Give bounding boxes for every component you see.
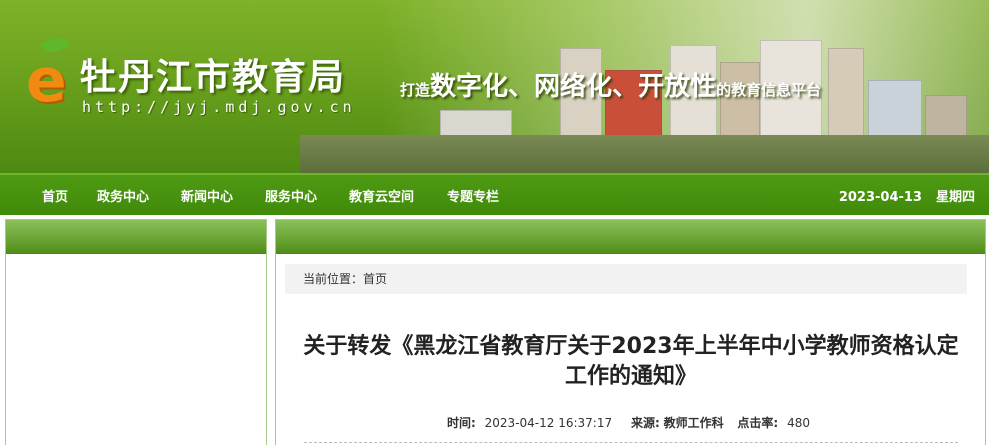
- time-label: 时间:: [447, 416, 476, 430]
- site-url: http://jyj.mdj.gov.cn: [82, 98, 356, 116]
- site-title: 牡丹江市教育局: [80, 57, 347, 98]
- nav-item-news[interactable]: 新闻中心: [181, 186, 233, 205]
- breadcrumb-home-link[interactable]: 首页: [363, 272, 387, 286]
- nav-item-cloud[interactable]: 教育云空间: [349, 186, 414, 205]
- meta-time: 时间: 2023-04-12 16:37:17: [447, 416, 617, 430]
- logo-icon: e: [26, 46, 67, 116]
- breadcrumb-label: 当前位置：: [303, 272, 364, 286]
- clicks-value: 480: [787, 416, 810, 430]
- main-nav: 首页 政务中心 新闻中心 服务中心 教育云空间 专题专栏 2023-04-13 星…: [0, 173, 989, 215]
- weekday-text: 星期四: [935, 190, 975, 205]
- slogan-word-network: 网络化: [534, 72, 613, 102]
- nav-item-service[interactable]: 服务中心: [265, 186, 317, 205]
- article-title: 关于转发《黑龙江省教育厅关于2023年上半年中小学教师资格认定 工作的通知》: [296, 332, 966, 392]
- slogan-word-open: 开放性: [638, 72, 717, 102]
- article-meta: 时间: 2023-04-12 16:37:17 来源: 教师工作科 点击率: 4…: [296, 414, 966, 431]
- sidebar-header: [6, 220, 266, 254]
- slogan: 打造数字化、网络化、开放性的教育信息平台: [400, 66, 821, 103]
- main-content: 当前位置：首页 关于转发《黑龙江省教育厅关于2023年上半年中小学教师资格认定 …: [275, 219, 986, 445]
- meta-divider: [304, 442, 958, 443]
- nav-item-gov[interactable]: 政务中心: [97, 186, 149, 205]
- content-header: [276, 220, 985, 254]
- left-sidebar: [5, 219, 267, 445]
- source-value: 教师工作科: [663, 416, 724, 430]
- nav-item-home[interactable]: 首页: [42, 186, 68, 205]
- article-title-line: 工作的通知》: [564, 364, 697, 389]
- date-text: 2023-04-13: [838, 190, 922, 205]
- clicks-label: 点击率:: [737, 416, 779, 430]
- current-date: 2023-04-13 星期四: [839, 186, 975, 205]
- banner-building: [828, 48, 864, 144]
- slogan-suffix: 的教育信息平台: [716, 81, 822, 99]
- slogan-separator: 、: [508, 72, 535, 102]
- breadcrumb: 当前位置：首页: [285, 264, 967, 294]
- site-banner: e 牡丹江市教育局 http://jyj.mdj.gov.cn 打造数字化、网络…: [0, 0, 989, 173]
- source-label: 来源:: [630, 416, 660, 430]
- slogan-separator: 、: [612, 72, 639, 102]
- slogan-word-digital: 数字化: [430, 72, 509, 102]
- article-title-line: 关于转发《黑龙江省教育厅关于2023年上半年中小学教师资格认定: [303, 334, 959, 359]
- nav-item-topics[interactable]: 专题专栏: [447, 186, 499, 205]
- meta-clicks: 点击率: 480: [737, 416, 815, 430]
- banner-square: [300, 135, 989, 173]
- time-value: 2023-04-12 16:37:17: [484, 416, 613, 430]
- slogan-prefix: 打造: [400, 81, 431, 99]
- meta-source: 来源: 教师工作科: [631, 416, 724, 430]
